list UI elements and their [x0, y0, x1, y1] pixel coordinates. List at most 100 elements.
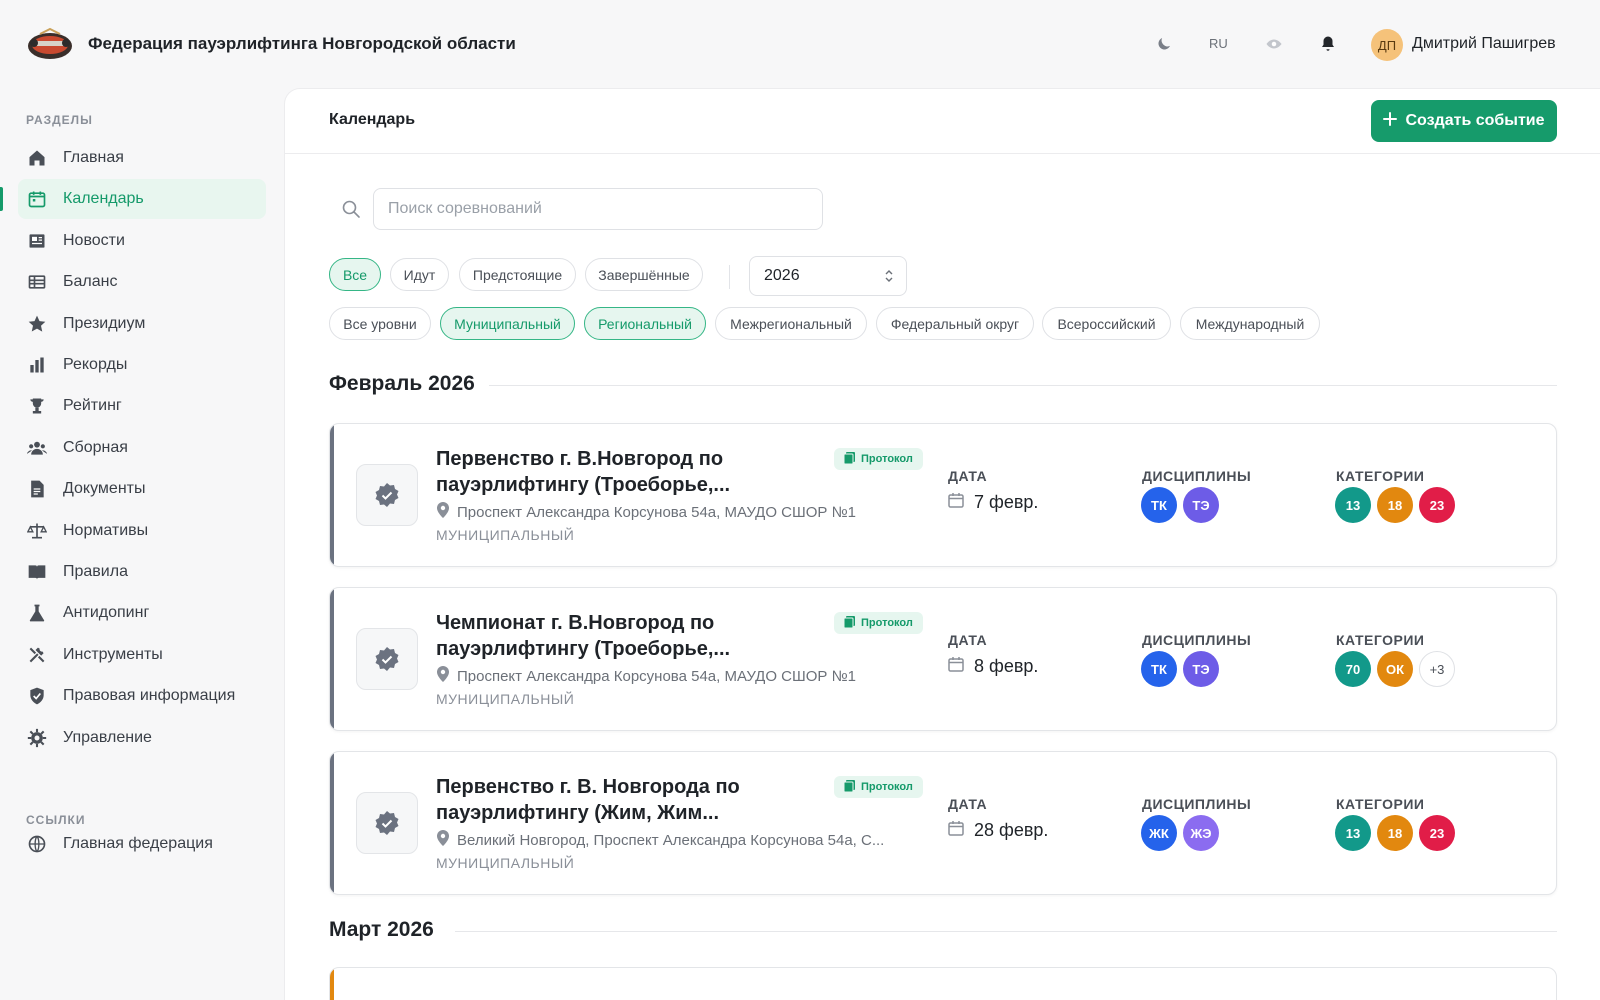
- eye-icon[interactable]: [1262, 32, 1286, 56]
- discipline-badge: ЖК: [1141, 815, 1177, 851]
- discipline-badge: ТК: [1141, 651, 1177, 687]
- globe-icon: [27, 834, 47, 854]
- protocol-badge[interactable]: Протокол: [834, 612, 923, 634]
- category-badge: 13: [1335, 815, 1371, 851]
- sidebar-item-shield[interactable]: Правовая информация: [18, 676, 266, 716]
- document-icon: [843, 779, 855, 795]
- event-address-text: Проспект Александра Корсунова 54а, МАУДО…: [457, 667, 857, 685]
- protocol-badge[interactable]: Протокол: [834, 448, 923, 470]
- sidebar-item-label: Рекорды: [63, 356, 128, 373]
- event-card[interactable]: Чемпионат г. В.Новгород по пауэрлифтингу…: [329, 587, 1557, 731]
- bar-chart-icon: [27, 355, 47, 375]
- flask-icon: [27, 603, 47, 623]
- sidebar-link-main-federation[interactable]: Главная федерация: [18, 824, 266, 864]
- event-card[interactable]: Первенство г. В. Новгорода по пауэрлифти…: [329, 751, 1557, 895]
- event-title[interactable]: Чемпионат г. В.Новгород по пауэрлифтингу…: [436, 610, 836, 662]
- search-input[interactable]: [373, 188, 823, 230]
- event-level: МУНИЦИПАЛЬНЫЙ: [436, 527, 575, 543]
- discipline-badge: ТЭ: [1183, 651, 1219, 687]
- sidebar-item-gear[interactable]: Управление: [18, 718, 266, 758]
- sidebar-item-calendar[interactable]: Календарь: [0, 179, 266, 220]
- sidebar-item-table[interactable]: Баланс: [18, 262, 266, 302]
- sidebar-item-scales[interactable]: Нормативы: [18, 511, 266, 551]
- sidebar-item-newspaper[interactable]: Новости: [18, 221, 266, 261]
- sidebar-item-users[interactable]: Сборная: [18, 428, 266, 468]
- sidebar-item-tools[interactable]: Инструменты: [18, 635, 266, 675]
- column-label-categories: КАТЕГОРИИ: [1336, 468, 1425, 484]
- level-filter-chip[interactable]: Все уровни: [329, 307, 431, 340]
- status-filter-chip[interactable]: Идут: [390, 258, 449, 291]
- level-filter-chip[interactable]: Муниципальный: [440, 307, 575, 340]
- scales-icon: [27, 521, 47, 541]
- year-value: 2026: [764, 267, 800, 284]
- sidebar-item-flask[interactable]: Антидопинг: [18, 593, 266, 633]
- home-icon: [27, 148, 47, 168]
- topbar-divider: [285, 153, 1600, 154]
- event-address-text: Проспект Александра Корсунова 54а, МАУДО…: [457, 503, 857, 521]
- level-filter-chip[interactable]: Всероссийский: [1042, 307, 1171, 340]
- column-label-categories: КАТЕГОРИИ: [1336, 796, 1425, 812]
- page-title: Календарь: [329, 111, 416, 128]
- event-level: МУНИЦИПАЛЬНЫЙ: [436, 691, 575, 707]
- status-filter-chip[interactable]: Все: [329, 258, 381, 291]
- calendar-icon: [948, 820, 964, 841]
- level-filter-chip[interactable]: Региональный: [584, 307, 706, 340]
- user-name[interactable]: Дмитрий Пашигрев: [1412, 35, 1556, 53]
- plus-icon: [1383, 111, 1398, 131]
- more-categories-badge[interactable]: +3: [1419, 651, 1455, 687]
- event-date-text: 28 февр.: [974, 820, 1049, 840]
- discipline-badges: ЖК ЖЭ: [1141, 815, 1219, 851]
- status-check-icon: [356, 628, 418, 690]
- event-title[interactable]: Первенство г. В. Новгорода по пауэрлифти…: [436, 774, 836, 826]
- status-filter-chip[interactable]: Предстоящие: [459, 258, 576, 291]
- language-switch[interactable]: RU: [1209, 36, 1228, 51]
- event-address-text: Великий Новгород, Проспект Александра Ко…: [457, 831, 885, 849]
- category-badges: 13 18 23: [1335, 815, 1455, 851]
- column-label-date: ДАТА: [948, 796, 988, 812]
- event-date-text: 8 февр.: [974, 656, 1039, 676]
- federation-logo[interactable]: [26, 26, 74, 62]
- event-card[interactable]: [329, 967, 1557, 1000]
- category-badge: 18: [1377, 815, 1413, 851]
- search-icon: [341, 199, 361, 219]
- event-address: Проспект Александра Корсунова 54а, МАУДО…: [436, 502, 930, 522]
- moon-icon[interactable]: [1152, 32, 1176, 56]
- sidebar-section-title: РАЗДЕЛЫ: [26, 113, 93, 127]
- create-event-button[interactable]: Создать событие: [1371, 100, 1557, 142]
- category-badge: 13: [1335, 487, 1371, 523]
- protocol-label: Протокол: [861, 617, 913, 629]
- user-avatar[interactable]: ДП: [1371, 29, 1403, 61]
- category-badge: ОК: [1377, 651, 1413, 687]
- level-filter-chip[interactable]: Межрегиональный: [715, 307, 867, 340]
- calendar-icon: [948, 656, 964, 677]
- year-select[interactable]: 2026: [749, 256, 907, 296]
- event-card[interactable]: Первенство г. В.Новгород по пауэрлифтинг…: [329, 423, 1557, 567]
- document-icon: [27, 479, 47, 499]
- sidebar-item-trophy[interactable]: Рейтинг: [18, 386, 266, 426]
- sidebar-item-label: Президиум: [63, 314, 146, 332]
- bell-icon[interactable]: [1316, 32, 1340, 56]
- sidebar-item-label: Рейтинг: [63, 397, 122, 415]
- sidebar-item-book[interactable]: Правила: [18, 552, 266, 592]
- users-icon: [27, 438, 47, 458]
- level-filter-chip[interactable]: Международный: [1180, 307, 1320, 340]
- month-divider: [489, 385, 1557, 386]
- level-filter-chip[interactable]: Федеральный округ: [876, 307, 1034, 340]
- status-filter-chip[interactable]: Завершённые: [585, 258, 703, 291]
- sidebar-item-star[interactable]: Президиум: [18, 304, 266, 344]
- sidebar-item-document[interactable]: Документы: [18, 469, 266, 509]
- trophy-icon: [27, 396, 47, 416]
- sidebar-item-home[interactable]: Главная: [18, 138, 266, 178]
- sidebar-item-bar-chart[interactable]: Рекорды: [18, 345, 266, 385]
- category-badge: 23: [1419, 487, 1455, 523]
- top-header: Федерация пауэрлифтинга Новгородской обл…: [0, 0, 1600, 88]
- category-badge: 70: [1335, 651, 1371, 687]
- protocol-badge[interactable]: Протокол: [834, 776, 923, 798]
- gear-icon: [27, 728, 47, 748]
- event-title[interactable]: Первенство г. В.Новгород по пауэрлифтинг…: [436, 446, 836, 498]
- discipline-badge: ТК: [1141, 487, 1177, 523]
- sidebar-item-label: Новости: [63, 231, 125, 249]
- sidebar-link-label: Главная федерация: [63, 835, 213, 852]
- discipline-badge: ЖЭ: [1183, 815, 1219, 851]
- sidebar-item-label: Инструменты: [63, 645, 163, 663]
